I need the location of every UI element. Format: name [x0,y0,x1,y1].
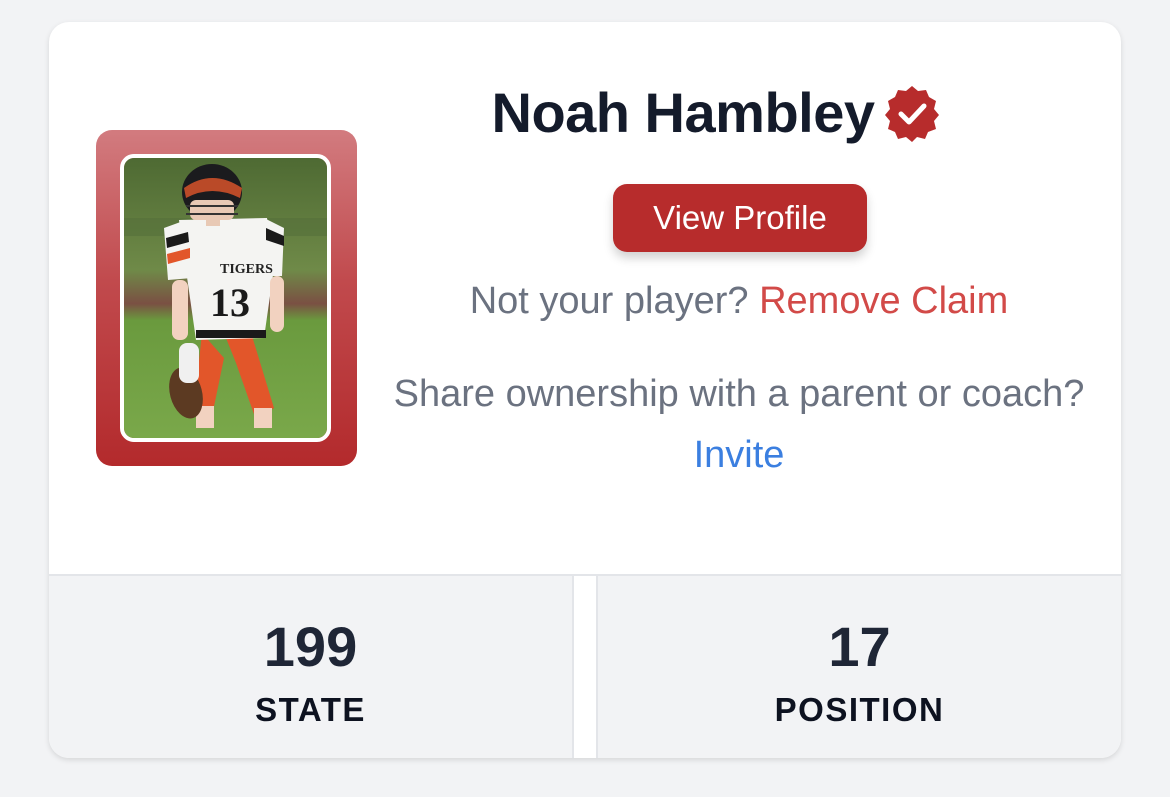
stat-position: 17 POSITION [598,576,1121,758]
not-your-player-text: Not your player? [469,280,749,322]
stat-value: 17 [828,615,891,678]
verified-check-icon [883,84,941,142]
stat-value: 199 [263,615,358,678]
stat-state: 199 STATE [49,576,572,758]
stat-divider [572,576,598,758]
jersey-number-text: 13 [210,280,250,325]
share-ownership-line: Share ownership with a parent or coach? … [379,364,1099,486]
invite-link[interactable]: Invite [694,434,785,476]
stat-label: POSITION [774,691,945,728]
player-name: Noah Hambley [491,81,876,144]
stats-row: 199 STATE 17 POSITION [49,574,1121,758]
player-photo: TIGERS 13 [120,154,331,442]
remove-claim-link[interactable]: Remove Claim [759,280,1008,322]
football-player-photo-icon: TIGERS 13 [124,158,327,438]
jersey-team-text: TIGERS [220,262,273,277]
stat-label: STATE [255,691,366,728]
player-card: TIGERS 13 Noah Hambley View Profile Not … [49,22,1121,758]
player-photo-frame: TIGERS 13 [96,130,357,466]
share-ownership-text: Share ownership with a parent or coach? [393,373,1085,415]
view-profile-button[interactable]: View Profile [613,184,867,252]
player-name-row: Noah Hambley [49,80,1121,145]
claim-line: Not your player? Remove Claim [379,280,1099,323]
